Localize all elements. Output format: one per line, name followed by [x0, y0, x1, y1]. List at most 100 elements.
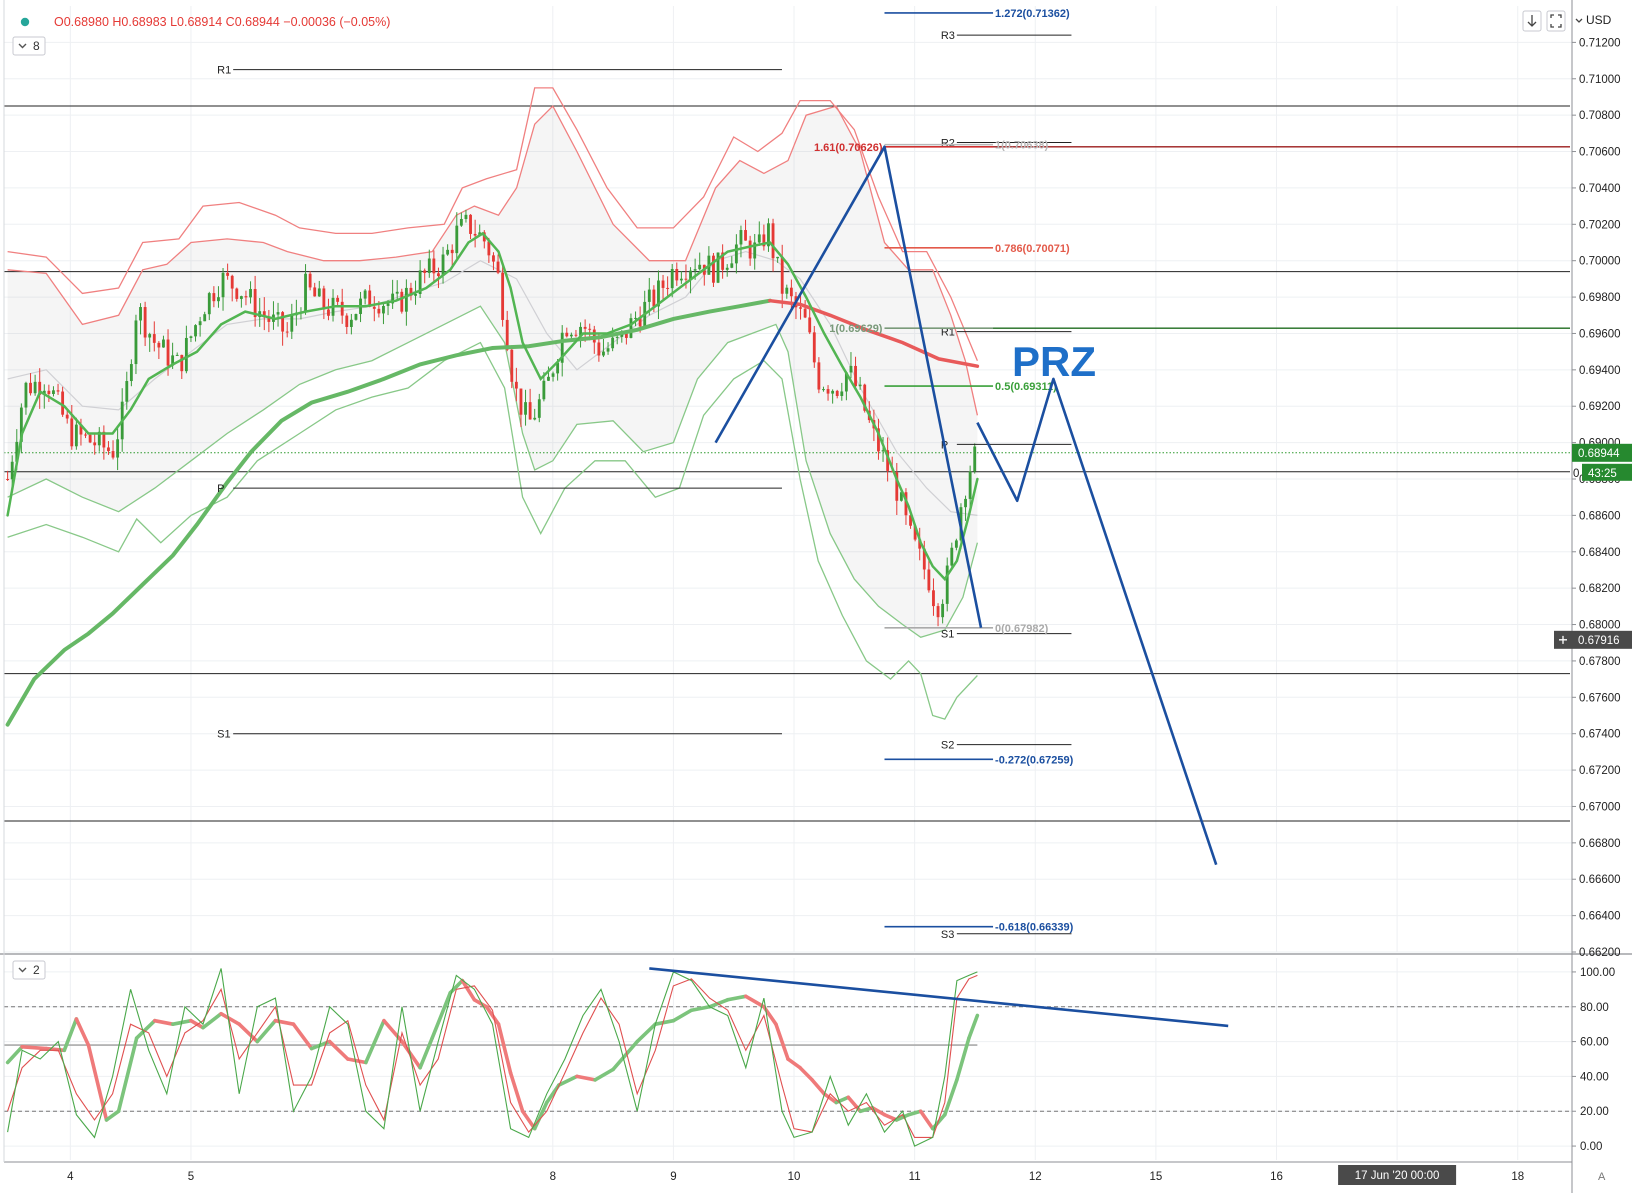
- price-tick-label: 0.66400: [1579, 911, 1621, 923]
- main-pane-toggle-box[interactable]: [12, 36, 46, 56]
- candle-bull: [74, 424, 78, 447]
- tradingview-chart[interactable]: R1PS1R3R2R1PS1S2S31.272(0.71362)1.61(0.7…: [0, 0, 1632, 1193]
- auto-scale-button[interactable]: [1546, 10, 1566, 32]
- candle-bear: [854, 365, 857, 387]
- price-tick-label: 0.67800: [1579, 656, 1621, 668]
- candle-bull: [734, 244, 738, 264]
- candle-bull: [217, 297, 220, 302]
- candle-bull: [647, 289, 651, 302]
- price-tick-label: 0.70200: [1579, 219, 1621, 231]
- price-tick-label: 0.68400: [1579, 547, 1621, 559]
- candle-bear: [666, 287, 670, 289]
- price-tick-label: 0.69400: [1579, 365, 1621, 377]
- auto-label: A: [1598, 1171, 1606, 1183]
- candle-bear: [712, 255, 715, 283]
- candle-bull: [404, 287, 408, 312]
- candle-bear: [492, 255, 495, 262]
- osc-pane-toggle-box[interactable]: [12, 960, 46, 980]
- pivot-new-s2-label: S2: [941, 740, 954, 752]
- auto-scale-button-box[interactable]: [1546, 10, 1566, 32]
- countdown-label: 43:25: [1588, 468, 1617, 480]
- candle-bull: [239, 296, 243, 299]
- candle-bull: [189, 336, 193, 338]
- price-tick-label: 0.67000: [1579, 801, 1621, 813]
- price-tick-label: 0.67400: [1579, 729, 1621, 741]
- candle-bear: [510, 349, 514, 382]
- candle-bull: [973, 446, 977, 472]
- candle-bull: [134, 320, 138, 365]
- candle-bear: [166, 339, 170, 366]
- time-tick-label: 15: [1149, 1171, 1162, 1183]
- osc-pane-toggle[interactable]: 2: [12, 960, 46, 980]
- time-tick-label: 10: [788, 1171, 801, 1183]
- candle-bull: [221, 272, 225, 298]
- price-tick-label: 0.69600: [1579, 328, 1621, 340]
- candle-bear: [675, 268, 679, 281]
- candle-bear: [583, 326, 587, 329]
- candle-bear: [780, 256, 784, 294]
- candle-bear: [88, 434, 92, 443]
- candle-bull: [670, 268, 674, 289]
- candle-bull: [194, 325, 197, 337]
- candle-bear: [748, 240, 752, 259]
- fib-1-272-0-71362-label: 1.272(0.71362): [995, 8, 1070, 20]
- candle-bear: [514, 381, 518, 389]
- candle-bear: [230, 275, 234, 289]
- auto-button[interactable]: A: [1598, 1171, 1606, 1183]
- candle-bull: [569, 334, 573, 337]
- candle-bear: [661, 280, 665, 288]
- candle-bear: [789, 287, 793, 297]
- time-tick-label: 12: [1029, 1171, 1042, 1183]
- candle-bull: [24, 382, 28, 408]
- scroll-down-button[interactable]: [1522, 10, 1542, 32]
- price-tick-label: 0.66600: [1579, 874, 1621, 886]
- candle-bull: [129, 364, 133, 382]
- ohlc-legend: O0.68980 H0.68983 L0.68914 C0.68944 −0.0…: [54, 15, 390, 29]
- currency-label: USD: [1586, 13, 1612, 27]
- candle-bear: [152, 334, 156, 343]
- candle-bear: [803, 308, 807, 318]
- candle-bear: [345, 315, 349, 327]
- price-tick-label: 0.70400: [1579, 183, 1621, 195]
- candle-bull: [950, 547, 954, 566]
- candle-bear: [835, 390, 839, 396]
- candle-bear: [469, 214, 472, 234]
- candle-bull: [304, 273, 307, 313]
- fib-1-0-69629-label: 1(0.69629): [829, 323, 883, 335]
- candle-bull: [354, 314, 358, 320]
- candle-bear: [826, 389, 830, 394]
- candle-bull: [849, 365, 853, 373]
- candle-bull: [276, 312, 280, 315]
- candle-bear: [817, 362, 821, 390]
- candle-bear: [29, 382, 32, 394]
- candle-bull: [175, 354, 179, 356]
- candle-bull: [739, 230, 743, 245]
- candle-bear: [808, 317, 812, 333]
- candle-bull: [455, 225, 459, 254]
- pivot-new-r3-label: R3: [941, 30, 955, 42]
- candle-bear: [652, 289, 656, 307]
- candle-bull: [679, 278, 683, 281]
- main-pane-toggle[interactable]: 8: [12, 36, 46, 56]
- candle-bear: [212, 293, 216, 302]
- pivot-new-r2-label: R2: [941, 137, 955, 149]
- candle-bull: [349, 319, 353, 327]
- price-tick-label: 0.66800: [1579, 838, 1621, 850]
- cursor-price-label: 0.67916: [1578, 635, 1620, 647]
- candle-bear: [496, 261, 500, 273]
- price-tick-label: 0.70800: [1579, 110, 1621, 122]
- candle-bear: [285, 331, 289, 333]
- osc-slow-segment: [20, 1045, 49, 1051]
- candle-bull: [52, 390, 55, 394]
- candle-bear: [6, 479, 10, 480]
- clipped-price-label: 0: [1573, 468, 1579, 480]
- price-tick-label: 0.71000: [1579, 74, 1621, 86]
- candle-bull: [441, 254, 445, 277]
- candle-bull: [776, 256, 780, 259]
- fib-0-618-0-66339-label: -0.618(0.66339): [995, 922, 1074, 934]
- candle-bear: [235, 288, 239, 299]
- candle-bull: [317, 288, 321, 297]
- candle-bull: [427, 258, 431, 273]
- candle-bull: [533, 417, 537, 420]
- candle-bull: [207, 293, 211, 315]
